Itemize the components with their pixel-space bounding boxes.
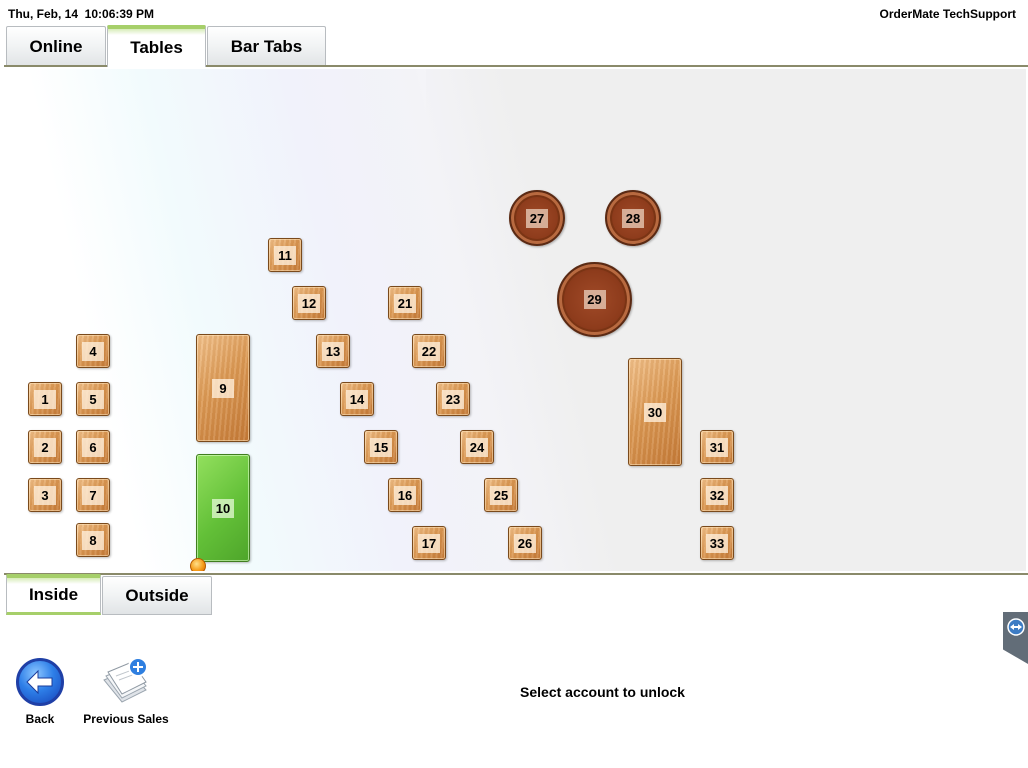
- table-33[interactable]: 33: [700, 526, 734, 560]
- table-28[interactable]: 28: [605, 190, 661, 246]
- back-label: Back: [25, 712, 55, 726]
- occupied-indicator-icon: [190, 558, 206, 571]
- table-number: 30: [644, 402, 666, 422]
- table-26[interactable]: 26: [508, 526, 542, 560]
- previous-sales-button[interactable]: [100, 656, 152, 711]
- tab-outside-label: Outside: [125, 585, 189, 605]
- table-number: 14: [346, 389, 368, 409]
- table-number: 29: [583, 290, 606, 309]
- tab-inside-label: Inside: [28, 585, 79, 604]
- table-9[interactable]: 9: [196, 334, 250, 442]
- table-3[interactable]: 3: [28, 478, 62, 512]
- table-number: 25: [490, 485, 512, 505]
- table-number: 3: [34, 485, 56, 505]
- tab-tables-label: Tables: [130, 38, 183, 57]
- table-17[interactable]: 17: [412, 526, 446, 560]
- bottom-tab-divider: [4, 573, 1028, 575]
- table-number: 23: [442, 389, 464, 409]
- table-view-screen: Thu, Feb, 14 10:06:39 PM OrderMate TechS…: [0, 0, 1028, 768]
- table-number: 33: [706, 533, 728, 553]
- remote-support-tab[interactable]: [1003, 612, 1028, 664]
- tab-inside[interactable]: Inside: [6, 574, 101, 615]
- table-number: 27: [526, 208, 548, 228]
- table-2[interactable]: 2: [28, 430, 62, 464]
- table-12[interactable]: 12: [292, 286, 326, 320]
- table-11[interactable]: 11: [268, 238, 302, 272]
- table-14[interactable]: 14: [340, 382, 374, 416]
- table-number: 31: [706, 437, 728, 457]
- table-32[interactable]: 32: [700, 478, 734, 512]
- table-30[interactable]: 30: [628, 358, 682, 466]
- table-number: 9: [212, 378, 234, 398]
- table-number: 15: [370, 437, 392, 457]
- table-number: 28: [622, 208, 644, 228]
- table-number: 10: [212, 498, 234, 518]
- table-10[interactable]: 10: [196, 454, 250, 562]
- table-number: 22: [418, 341, 440, 361]
- table-27[interactable]: 27: [509, 190, 565, 246]
- table-number: 21: [394, 293, 416, 313]
- table-number: 32: [706, 485, 728, 505]
- table-7[interactable]: 7: [76, 478, 110, 512]
- table-15[interactable]: 15: [364, 430, 398, 464]
- table-number: 16: [394, 485, 416, 505]
- table-16[interactable]: 16: [388, 478, 422, 512]
- status-user: OrderMate TechSupport: [879, 7, 1016, 21]
- table-number: 24: [466, 437, 488, 457]
- table-6[interactable]: 6: [76, 430, 110, 464]
- table-4[interactable]: 4: [76, 334, 110, 368]
- table-24[interactable]: 24: [460, 430, 494, 464]
- previous-sales-label: Previous Sales: [83, 712, 169, 726]
- table-number: 5: [82, 389, 104, 409]
- table-number: 17: [418, 533, 440, 553]
- table-8[interactable]: 8: [76, 523, 110, 557]
- status-datetime: Thu, Feb, 14 10:06:39 PM: [8, 7, 155, 21]
- table-29[interactable]: 29: [557, 262, 632, 337]
- tab-bar-tabs-label: Bar Tabs: [230, 36, 303, 56]
- tab-online[interactable]: Online: [6, 26, 106, 66]
- table-number: 4: [82, 341, 104, 361]
- status-message: Select account to unlock: [520, 684, 685, 700]
- table-number: 2: [34, 437, 56, 457]
- table-number: 1: [34, 389, 56, 409]
- tab-tables[interactable]: Tables: [107, 25, 206, 67]
- table-number: 13: [322, 341, 344, 361]
- table-13[interactable]: 13: [316, 334, 350, 368]
- tab-outside[interactable]: Outside: [102, 576, 212, 615]
- table-31[interactable]: 31: [700, 430, 734, 464]
- tab-online-label: Online: [29, 36, 83, 56]
- remote-support-icon: [1006, 618, 1025, 636]
- floor-plan: 1 2 3 4 5 6 7 8 9 10 11 12 13 14 15 16 17 21 22 23 24 25 26 27 2…: [6, 69, 1026, 571]
- table-number: 8: [82, 530, 104, 550]
- tab-bar-tabs[interactable]: Bar Tabs: [207, 26, 326, 66]
- table-1[interactable]: 1: [28, 382, 62, 416]
- table-25[interactable]: 25: [484, 478, 518, 512]
- table-number: 6: [82, 437, 104, 457]
- table-number: 26: [514, 533, 536, 553]
- table-5[interactable]: 5: [76, 382, 110, 416]
- table-number: 11: [274, 245, 296, 265]
- back-arrow-icon: [16, 658, 64, 706]
- back-button[interactable]: [16, 658, 64, 706]
- table-21[interactable]: 21: [388, 286, 422, 320]
- previous-sales-icon: [103, 657, 148, 703]
- table-number: 7: [82, 485, 104, 505]
- table-number: 12: [298, 293, 320, 313]
- table-22[interactable]: 22: [412, 334, 446, 368]
- table-23[interactable]: 23: [436, 382, 470, 416]
